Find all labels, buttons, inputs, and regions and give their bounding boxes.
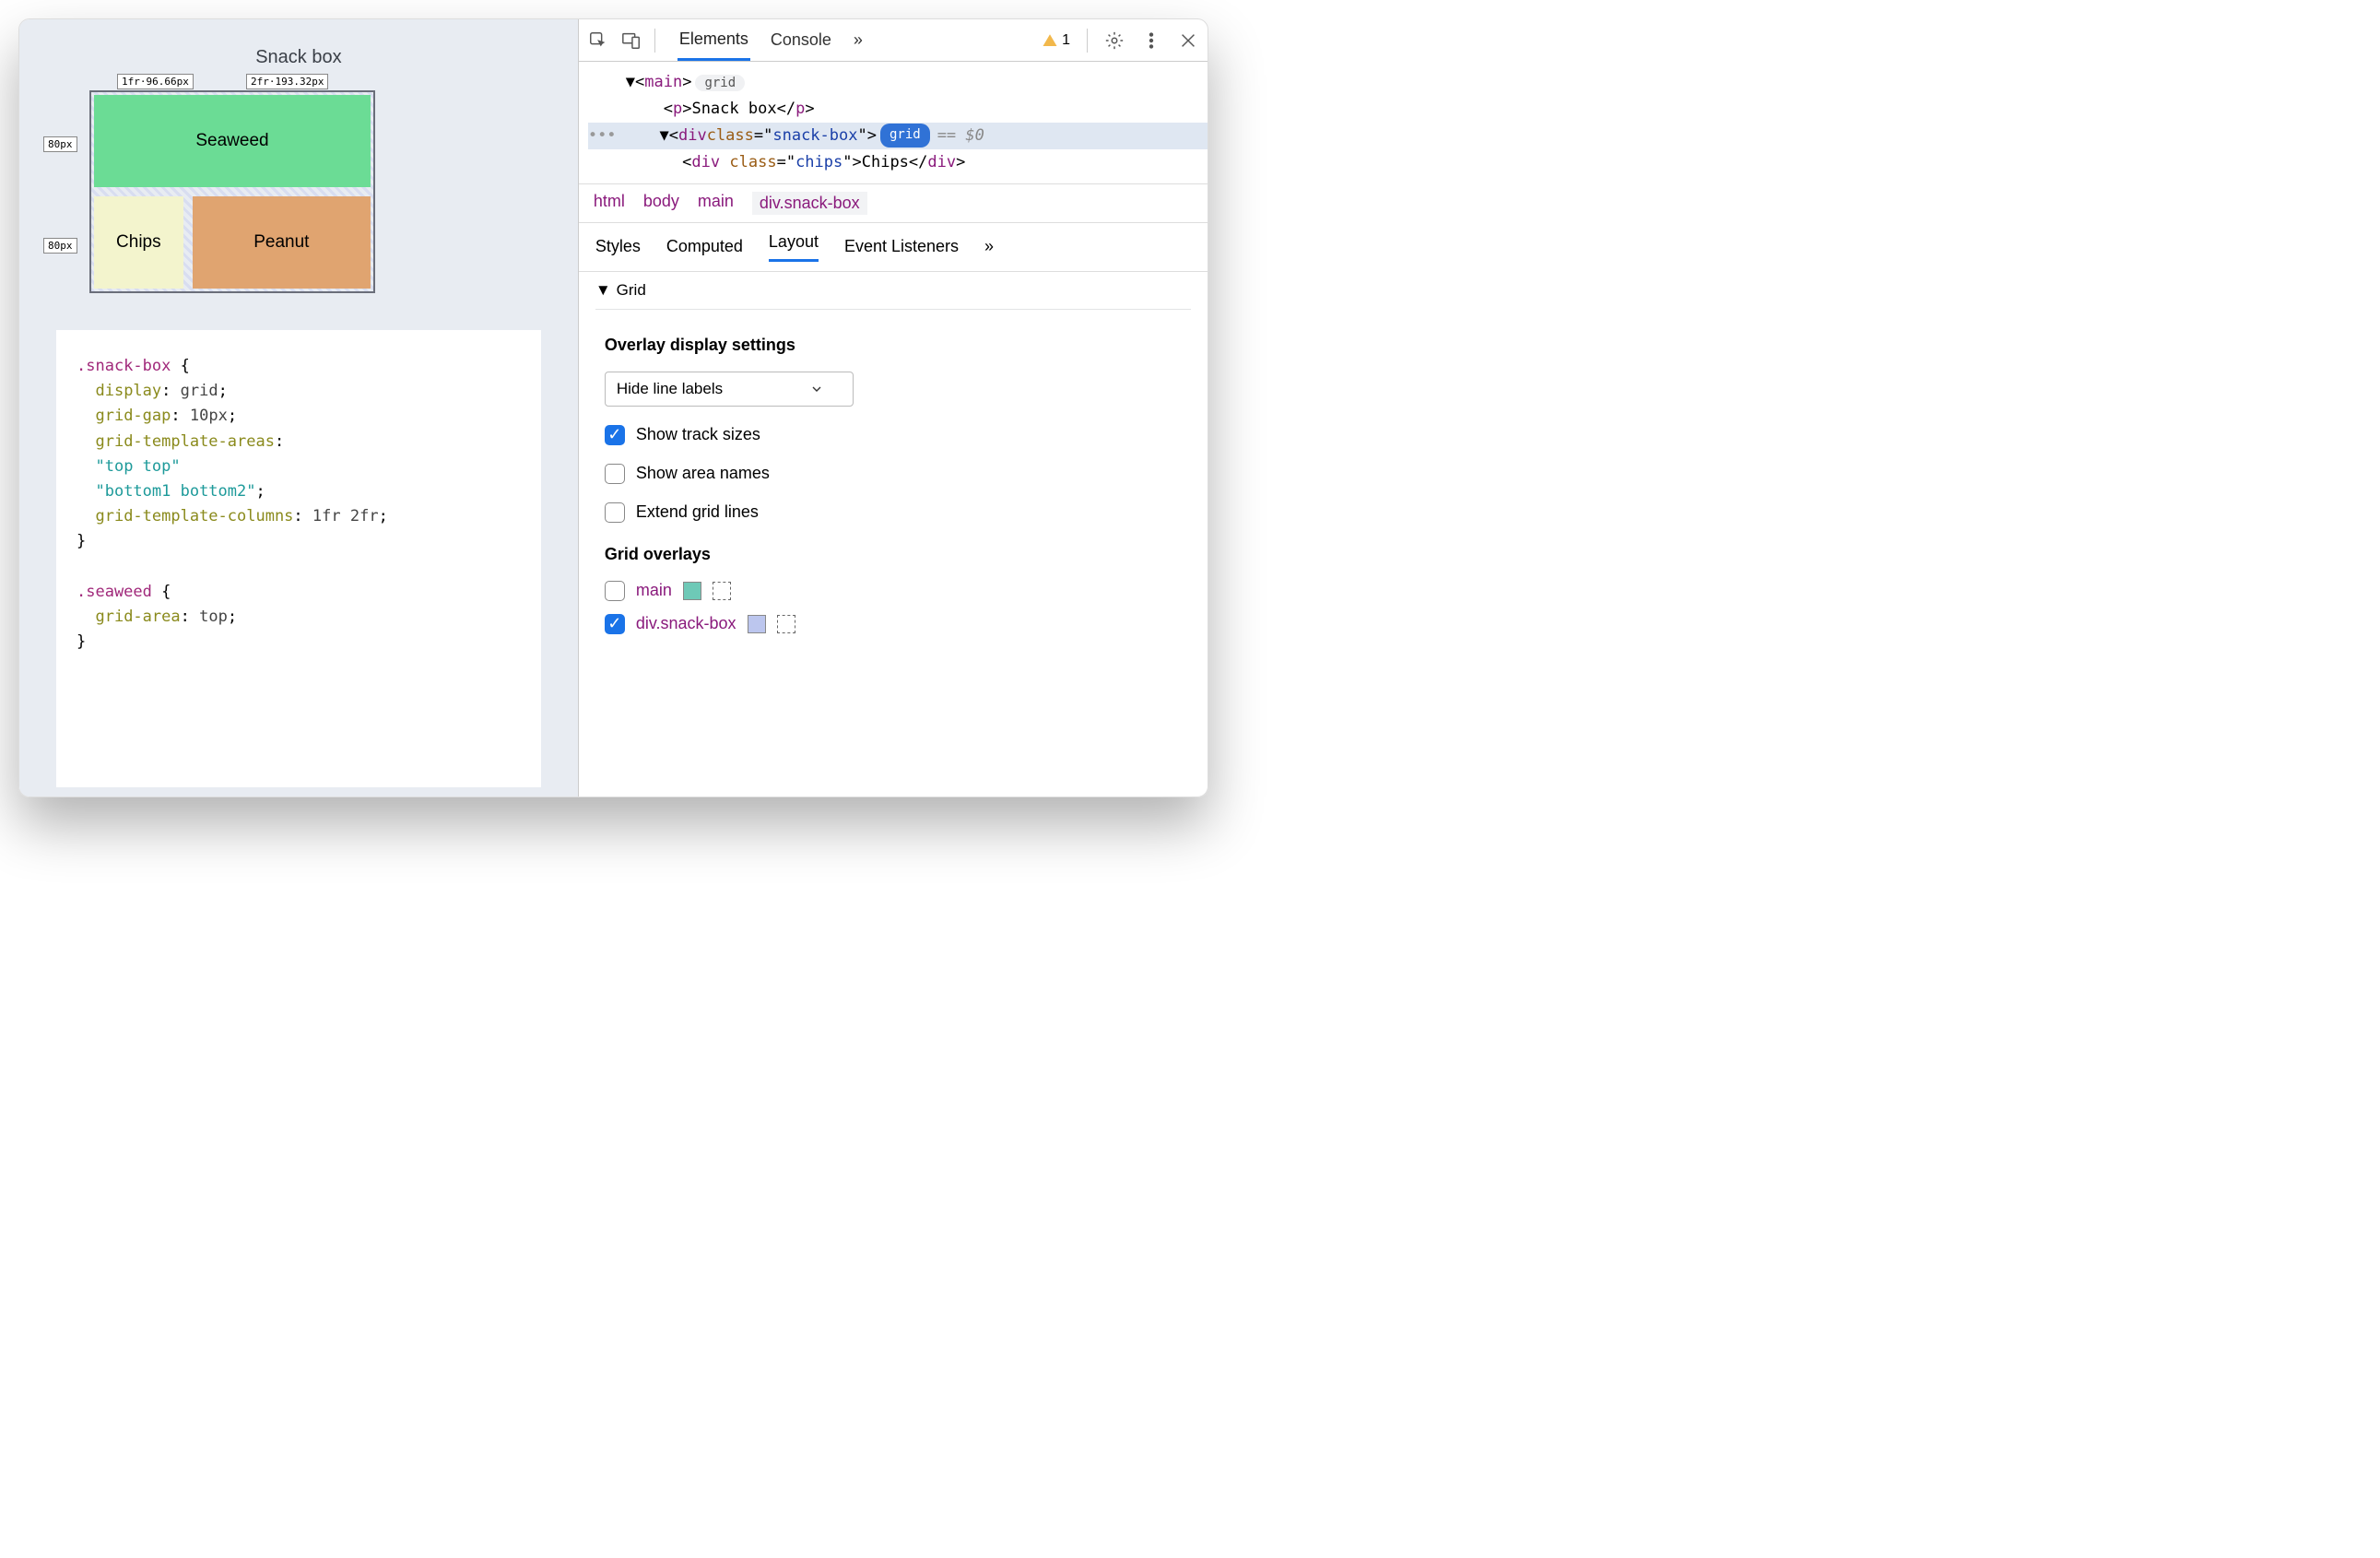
track-label-col2: 2fr·193.32px [246, 74, 328, 89]
label-show-area-names: Show area names [636, 464, 770, 483]
panetab-layout[interactable]: Layout [769, 232, 819, 262]
tab-elements[interactable]: Elements [677, 20, 750, 61]
gear-icon[interactable] [1104, 30, 1125, 51]
snack-box-grid: Seaweed Chips Peanut [89, 90, 375, 293]
checkbox-extend-grid-lines[interactable] [605, 502, 625, 523]
warning-badge[interactable]: 1 [1042, 32, 1070, 49]
device-toggle-icon[interactable] [621, 30, 642, 51]
overlay-checkbox-snackbox[interactable]: ✓ [605, 614, 625, 634]
track-label-row2: 80px [43, 238, 77, 254]
overlay-color-main[interactable] [683, 582, 701, 600]
overlay-checkbox-main[interactable] [605, 581, 625, 601]
panetab-event-listeners[interactable]: Event Listeners [844, 237, 959, 256]
sidebar-tabs: Styles Computed Layout Event Listeners » [579, 223, 1208, 272]
label-extend-grid-lines: Extend grid lines [636, 502, 759, 522]
grid-badge-active[interactable]: grid [880, 124, 930, 148]
grid-overlay: 1fr·96.66px 2fr·193.32px 80px 80px Seawe… [89, 90, 541, 293]
breadcrumb: html body main div.snack-box [579, 183, 1208, 223]
grid-badge[interactable]: grid [695, 75, 745, 91]
devtools-window: Snack box 1fr·96.66px 2fr·193.32px 80px … [18, 18, 1208, 797]
crumb-snackbox[interactable]: div.snack-box [752, 192, 867, 215]
track-label-row1: 80px [43, 136, 77, 152]
inspect-icon[interactable] [588, 30, 608, 51]
page-title: Snack box [56, 47, 541, 68]
crumb-main[interactable]: main [698, 192, 734, 215]
overlay-display-settings: Overlay display settings Hide line label… [579, 319, 1208, 528]
cell-peanut: Peanut [193, 196, 371, 289]
overlay-name-snackbox[interactable]: div.snack-box [636, 614, 736, 633]
line-labels-select[interactable]: Hide line labels [605, 372, 854, 407]
selected-node[interactable]: ••• ▼<div class="snack-box">grid== $0 [588, 123, 1208, 149]
grid-section: ▼ Grid [579, 272, 1208, 319]
overlay-name-main[interactable]: main [636, 581, 672, 600]
tab-more[interactable]: » [852, 21, 865, 59]
devtools-pane: Elements Console » 1 ▼<main>grid <p>Snac… [578, 19, 1208, 797]
checkbox-show-area-names[interactable] [605, 464, 625, 484]
checkbox-show-track-sizes[interactable]: ✓ [605, 425, 625, 445]
label-show-track-sizes: Show track sizes [636, 425, 760, 444]
highlight-icon[interactable] [777, 615, 795, 633]
overlay-color-snackbox[interactable] [748, 615, 766, 633]
dom-tree[interactable]: ▼<main>grid <p>Snack box</p> ••• ▼<div c… [579, 62, 1208, 183]
highlight-icon[interactable] [713, 582, 731, 600]
crumb-body[interactable]: body [643, 192, 679, 215]
panetab-styles[interactable]: Styles [595, 237, 641, 256]
grid-section-toggle[interactable]: ▼ Grid [595, 281, 1191, 310]
track-label-col1: 1fr·96.66px [117, 74, 194, 89]
main-toolbar: Elements Console » 1 [579, 19, 1208, 62]
panetab-more[interactable]: » [984, 237, 994, 256]
cell-seaweed: Seaweed [94, 95, 371, 187]
close-icon[interactable] [1178, 30, 1198, 51]
chevron-down-icon [812, 384, 821, 394]
cell-chips: Chips [94, 196, 183, 289]
overlay-settings-title: Overlay display settings [605, 336, 1191, 355]
css-code-block: .snack-box { display: grid; grid-gap: 10… [56, 330, 541, 787]
tab-console[interactable]: Console [769, 21, 833, 59]
grid-overlays: Grid overlays main ✓ div.snack-box [579, 528, 1208, 640]
page-preview-pane: Snack box 1fr·96.66px 2fr·193.32px 80px … [19, 19, 578, 797]
grid-overlays-title: Grid overlays [605, 545, 1191, 564]
panetab-computed[interactable]: Computed [666, 237, 743, 256]
kebab-icon[interactable] [1141, 30, 1161, 51]
crumb-html[interactable]: html [594, 192, 625, 215]
